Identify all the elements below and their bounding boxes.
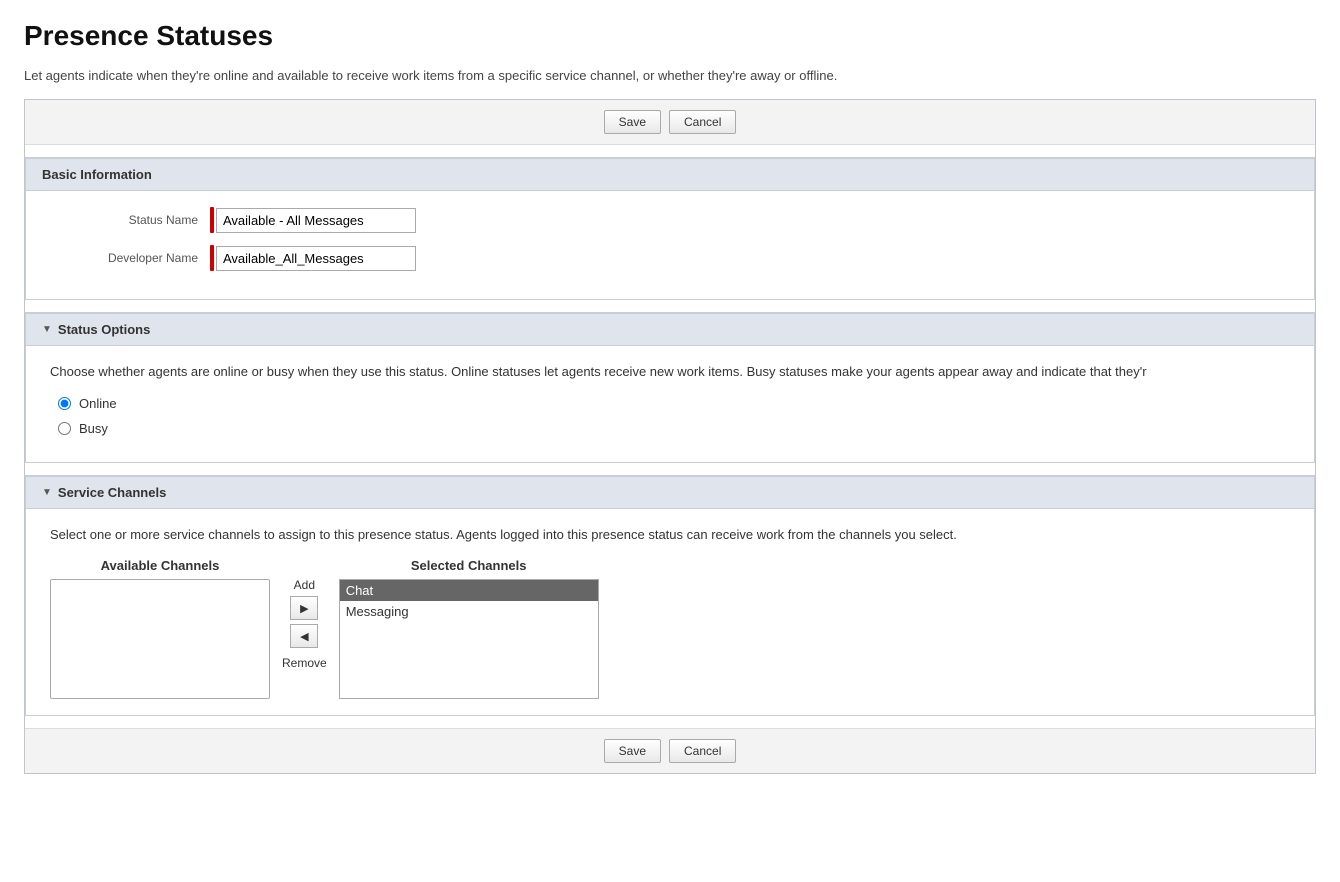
status-name-input-wrapper <box>210 207 416 233</box>
bottom-cancel-button[interactable]: Cancel <box>669 739 736 763</box>
busy-radio[interactable] <box>58 422 71 435</box>
service-channels-body: Select one or more service channels to a… <box>26 509 1314 716</box>
page-title: Presence Statuses <box>24 20 1316 52</box>
service-channels-description: Select one or more service channels to a… <box>50 525 1290 545</box>
developer-name-label: Developer Name <box>50 251 210 265</box>
status-options-description: Choose whether agents are online or busy… <box>50 362 1290 382</box>
status-options-section: ▼ Status Options Choose whether agents a… <box>25 312 1315 463</box>
available-channels-wrapper: Available Channels <box>50 558 270 699</box>
status-options-label: Status Options <box>58 322 150 337</box>
selected-channels-wrapper: Selected Channels Chat Messaging <box>339 558 599 699</box>
developer-name-required <box>210 245 214 271</box>
add-button[interactable]: ▶ <box>290 596 318 620</box>
arrow-left-icon: ◀ <box>300 630 308 643</box>
busy-radio-item: Busy <box>58 421 1290 436</box>
busy-label: Busy <box>79 421 108 436</box>
channels-transfer-widget: Available Channels Add ▶ ◀ Remove <box>50 558 1290 699</box>
status-options-arrow: ▼ <box>42 324 52 335</box>
main-form-container: Save Cancel Basic Information Status Nam… <box>24 99 1316 774</box>
status-name-input[interactable] <box>216 208 416 233</box>
status-name-required <box>210 207 214 233</box>
remove-label: Remove <box>282 656 327 670</box>
available-channels-label: Available Channels <box>101 558 220 573</box>
basic-info-label: Basic Information <box>42 167 152 182</box>
arrow-right-icon: ▶ <box>300 602 308 615</box>
online-radio[interactable] <box>58 397 71 410</box>
bottom-save-button[interactable]: Save <box>604 739 661 763</box>
selected-item-chat[interactable]: Chat <box>340 580 598 601</box>
basic-info-body: Status Name Developer Name <box>26 191 1314 299</box>
service-channels-arrow: ▼ <box>42 487 52 498</box>
selected-channels-label: Selected Channels <box>411 558 527 573</box>
add-label: Add <box>294 578 315 592</box>
top-save-button[interactable]: Save <box>604 110 661 134</box>
page-description: Let agents indicate when they're online … <box>24 68 1316 83</box>
top-cancel-button[interactable]: Cancel <box>669 110 736 134</box>
basic-info-header: Basic Information <box>26 158 1314 191</box>
service-channels-label: Service Channels <box>58 485 166 500</box>
transfer-buttons: Add ▶ ◀ Remove <box>270 578 339 670</box>
developer-name-input[interactable] <box>216 246 416 271</box>
online-label: Online <box>79 396 117 411</box>
developer-name-row: Developer Name <box>50 245 1290 271</box>
status-radio-group: Online Busy <box>58 396 1290 436</box>
service-channels-section: ▼ Service Channels Select one or more se… <box>25 475 1315 717</box>
available-channels-list[interactable] <box>50 579 270 699</box>
basic-info-section: Basic Information Status Name Developer … <box>25 157 1315 300</box>
status-options-header: ▼ Status Options <box>26 313 1314 346</box>
bottom-toolbar: Save Cancel <box>25 728 1315 773</box>
online-radio-item: Online <box>58 396 1290 411</box>
developer-name-input-wrapper <box>210 245 416 271</box>
status-name-label: Status Name <box>50 213 210 227</box>
status-options-body: Choose whether agents are online or busy… <box>26 346 1314 462</box>
remove-button[interactable]: ◀ <box>290 624 318 648</box>
service-channels-header: ▼ Service Channels <box>26 476 1314 509</box>
status-name-row: Status Name <box>50 207 1290 233</box>
top-toolbar: Save Cancel <box>25 100 1315 145</box>
selected-item-messaging[interactable]: Messaging <box>340 601 598 622</box>
selected-channels-list[interactable]: Chat Messaging <box>339 579 599 699</box>
